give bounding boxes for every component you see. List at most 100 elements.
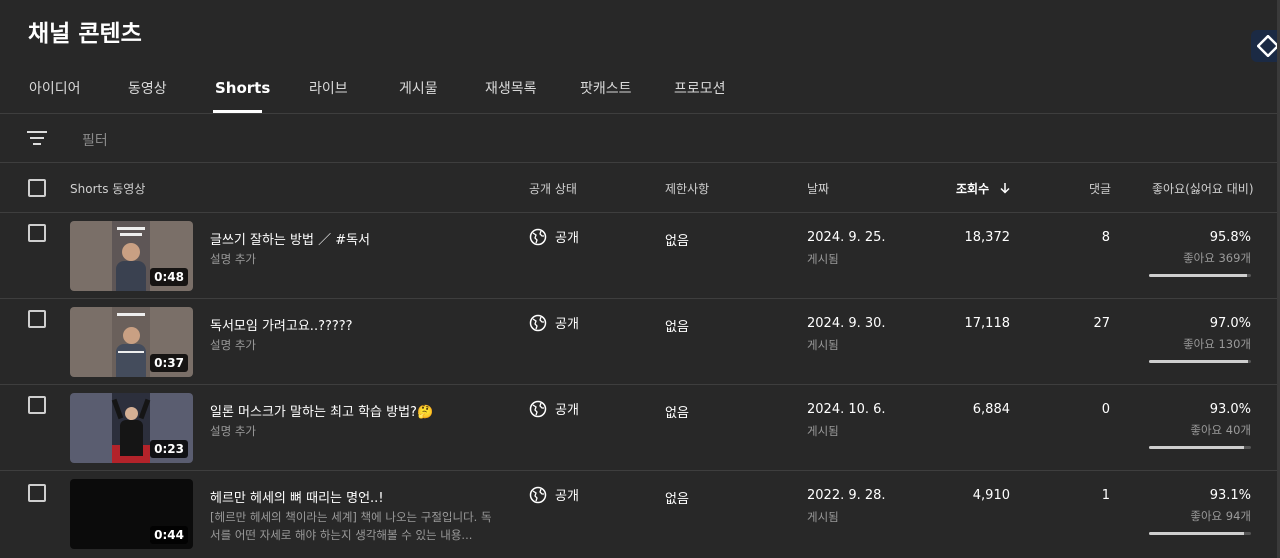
- publish-date: 2024. 9. 25.: [807, 230, 886, 245]
- column-video: Shorts 동영상: [70, 182, 146, 196]
- like-ratio-bar: [1149, 532, 1251, 535]
- content-tabs: 아이디어 동영상 Shorts 라이브 게시물 재생목록 팟캐스트 프로모션: [0, 62, 1277, 114]
- video-title[interactable]: 일론 머스크가 말하는 최고 학습 방법?🤔: [210, 401, 433, 420]
- like-ratio-bar: [1149, 274, 1251, 277]
- view-count: 17,118: [964, 316, 1011, 331]
- thumbnail-image: [112, 221, 150, 291]
- publish-date: 2024. 10. 6.: [807, 402, 886, 417]
- video-thumbnail[interactable]: 0:44: [70, 479, 193, 549]
- tab-promotions[interactable]: 프로모션: [674, 78, 726, 98]
- column-views[interactable]: 조회수: [956, 180, 1011, 197]
- video-description[interactable]: 설명 추가: [210, 250, 500, 268]
- diamond-extension-icon: [1257, 35, 1279, 57]
- duration-badge: 0:48: [150, 268, 188, 286]
- visibility-label: 공개: [555, 489, 579, 504]
- view-count: 4,910: [972, 488, 1010, 503]
- visibility-status[interactable]: 공개: [529, 485, 579, 504]
- visibility-label: 공개: [555, 231, 579, 246]
- column-comments[interactable]: 댓글: [1089, 180, 1111, 197]
- tab-playlists[interactable]: 재생목록: [485, 78, 537, 98]
- like-ratio-fill: [1149, 446, 1244, 449]
- row-checkbox[interactable]: [28, 310, 46, 328]
- like-ratio-fill: [1149, 532, 1244, 535]
- globe-icon: [529, 314, 547, 331]
- tab-videos[interactable]: 동영상: [128, 78, 167, 98]
- video-thumbnail[interactable]: 0:23: [70, 393, 193, 463]
- column-likes[interactable]: 좋아요(싫어요 대비): [1152, 180, 1254, 197]
- duration-badge: 0:37: [150, 354, 188, 372]
- row-checkbox[interactable]: [28, 396, 46, 414]
- filter-lines-icon[interactable]: [27, 129, 47, 147]
- table-row[interactable]: 0:37 독서모임 가려고요..????? 설명 추가 공개 없음 2024. …: [0, 299, 1277, 385]
- restriction-status: 없음: [665, 320, 689, 335]
- publish-status: 게시됨: [807, 424, 839, 438]
- like-ratio-fill: [1149, 274, 1247, 277]
- filter-bar: 필터: [0, 114, 1277, 163]
- table-row[interactable]: 0:48 글쓰기 잘하는 방법 ／ #독서 설명 추가 공개 없음 2024. …: [0, 213, 1277, 299]
- like-count: 좋아요 40개: [1190, 423, 1251, 437]
- globe-icon: [529, 228, 547, 245]
- video-title[interactable]: 글쓰기 잘하는 방법 ／ #독서: [210, 229, 370, 248]
- duration-badge: 0:44: [150, 526, 188, 544]
- tab-shorts[interactable]: Shorts: [215, 79, 270, 97]
- video-thumbnail[interactable]: 0:37: [70, 307, 193, 377]
- like-ratio-bar: [1149, 360, 1251, 363]
- comment-count[interactable]: 1: [1102, 488, 1110, 503]
- tab-posts[interactable]: 게시물: [399, 78, 438, 98]
- column-date[interactable]: 날짜: [807, 180, 829, 197]
- video-description[interactable]: [헤르만 헤세의 책이라는 세계] 책에 나오는 구절입니다. 독서를 어떤 자…: [210, 508, 500, 544]
- comment-count[interactable]: 8: [1102, 230, 1110, 245]
- tab-ideas[interactable]: 아이디어: [29, 78, 81, 98]
- tab-live[interactable]: 라이브: [309, 78, 348, 98]
- tab-podcasts[interactable]: 팟캐스트: [580, 78, 632, 98]
- publish-status: 게시됨: [807, 510, 839, 524]
- extension-button[interactable]: [1251, 30, 1280, 62]
- visibility-status[interactable]: 공개: [529, 399, 579, 418]
- restriction-status: 없음: [665, 406, 689, 421]
- publish-status: 게시됨: [807, 338, 839, 352]
- select-all-checkbox[interactable]: [28, 179, 46, 197]
- visibility-label: 공개: [555, 317, 579, 332]
- publish-date: 2022. 9. 28.: [807, 488, 886, 503]
- like-percentage: 93.1%: [1209, 488, 1251, 503]
- like-ratio-bar: [1149, 446, 1251, 449]
- duration-badge: 0:23: [150, 440, 188, 458]
- arrow-down-icon: [1000, 183, 1010, 194]
- like-ratio-fill: [1149, 360, 1248, 363]
- column-views-label: 조회수: [956, 182, 990, 196]
- column-visibility[interactable]: 공개 상태: [529, 180, 577, 197]
- globe-icon: [529, 486, 547, 503]
- video-description[interactable]: 설명 추가: [210, 336, 500, 354]
- channel-content-page: 채널 콘텐츠 아이디어 동영상 Shorts 라이브 게시물 재생목록 팟캐스트…: [0, 0, 1280, 558]
- video-thumbnail[interactable]: 0:48: [70, 221, 193, 291]
- view-count: 6,884: [972, 402, 1010, 417]
- view-count: 18,372: [964, 230, 1011, 245]
- like-count: 좋아요 94개: [1190, 509, 1251, 523]
- publish-date: 2024. 9. 30.: [807, 316, 886, 331]
- like-count: 좋아요 130개: [1183, 337, 1251, 351]
- visibility-status[interactable]: 공개: [529, 227, 579, 246]
- row-checkbox[interactable]: [28, 224, 46, 242]
- video-title[interactable]: 헤르만 헤세의 뼈 때리는 명언..!: [210, 487, 384, 506]
- column-restrictions[interactable]: 제한사항: [665, 180, 709, 197]
- row-checkbox[interactable]: [28, 484, 46, 502]
- like-percentage: 93.0%: [1209, 402, 1251, 417]
- table-header: Shorts 동영상 공개 상태 제한사항 날짜 조회수 댓글 좋아요(싫어요 …: [0, 163, 1277, 213]
- table-row[interactable]: 0:23 일론 머스크가 말하는 최고 학습 방법?🤔 설명 추가 공개 없음 …: [0, 385, 1277, 471]
- video-title[interactable]: 독서모임 가려고요..?????: [210, 315, 353, 334]
- globe-icon: [529, 400, 547, 417]
- table-row[interactable]: 0:44 헤르만 헤세의 뼈 때리는 명언..! [헤르만 헤세의 책이라는 세…: [0, 471, 1277, 557]
- restriction-status: 없음: [665, 492, 689, 507]
- filter-input[interactable]: 필터: [82, 130, 108, 150]
- active-tab-indicator: [213, 110, 262, 113]
- thumbnail-image: [111, 393, 151, 463]
- like-percentage: 95.8%: [1209, 230, 1251, 245]
- video-description[interactable]: 설명 추가: [210, 422, 500, 440]
- page-title: 채널 콘텐츠: [28, 21, 142, 47]
- like-percentage: 97.0%: [1209, 316, 1251, 331]
- like-count: 좋아요 369개: [1183, 251, 1251, 265]
- visibility-status[interactable]: 공개: [529, 313, 579, 332]
- comment-count[interactable]: 0: [1102, 402, 1110, 417]
- publish-status: 게시됨: [807, 252, 839, 266]
- comment-count[interactable]: 27: [1093, 316, 1110, 331]
